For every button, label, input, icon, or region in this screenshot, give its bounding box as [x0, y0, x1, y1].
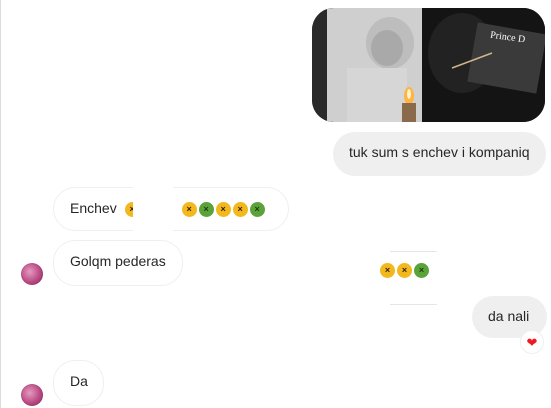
nauseated-face-icon: × — [414, 263, 429, 278]
message-text: Enchev — [70, 200, 117, 216]
nauseated-face-icon: × — [181, 201, 197, 217]
nauseated-face-icon: × — [380, 263, 395, 278]
emoji-fragment: × × × — [380, 263, 429, 278]
bubble-edge — [390, 304, 437, 305]
incoming-message[interactable]: Golqm pederas — [53, 240, 183, 286]
outgoing-message[interactable]: tuk sum s enchev i kompaniq — [333, 132, 546, 176]
bubble-edge — [390, 251, 437, 252]
nauseated-face-icon: × — [215, 201, 231, 217]
message-text: Da — [70, 373, 88, 389]
shared-photo[interactable]: Prince D — [312, 8, 545, 122]
avatar[interactable] — [21, 263, 43, 285]
message-text: tuk sum s enchev i kompaniq — [349, 144, 530, 160]
nauseated-face-icon: × — [198, 201, 214, 217]
nauseated-face-icon: × — [232, 201, 248, 217]
incoming-message[interactable]: Da — [53, 360, 104, 406]
nauseated-face-icon: × — [397, 263, 412, 278]
heart-icon: ❤ — [526, 334, 538, 350]
render-gap — [133, 187, 173, 234]
photo-content: Prince D — [312, 8, 545, 122]
message-text: Golqm pederas — [70, 253, 166, 269]
avatar[interactable] — [21, 384, 43, 406]
message-text: da nali — [488, 308, 530, 324]
heart-reaction[interactable]: ❤ — [520, 330, 544, 354]
chat-left-divider — [0, 0, 1, 408]
nauseated-face-icon: × — [249, 201, 265, 217]
